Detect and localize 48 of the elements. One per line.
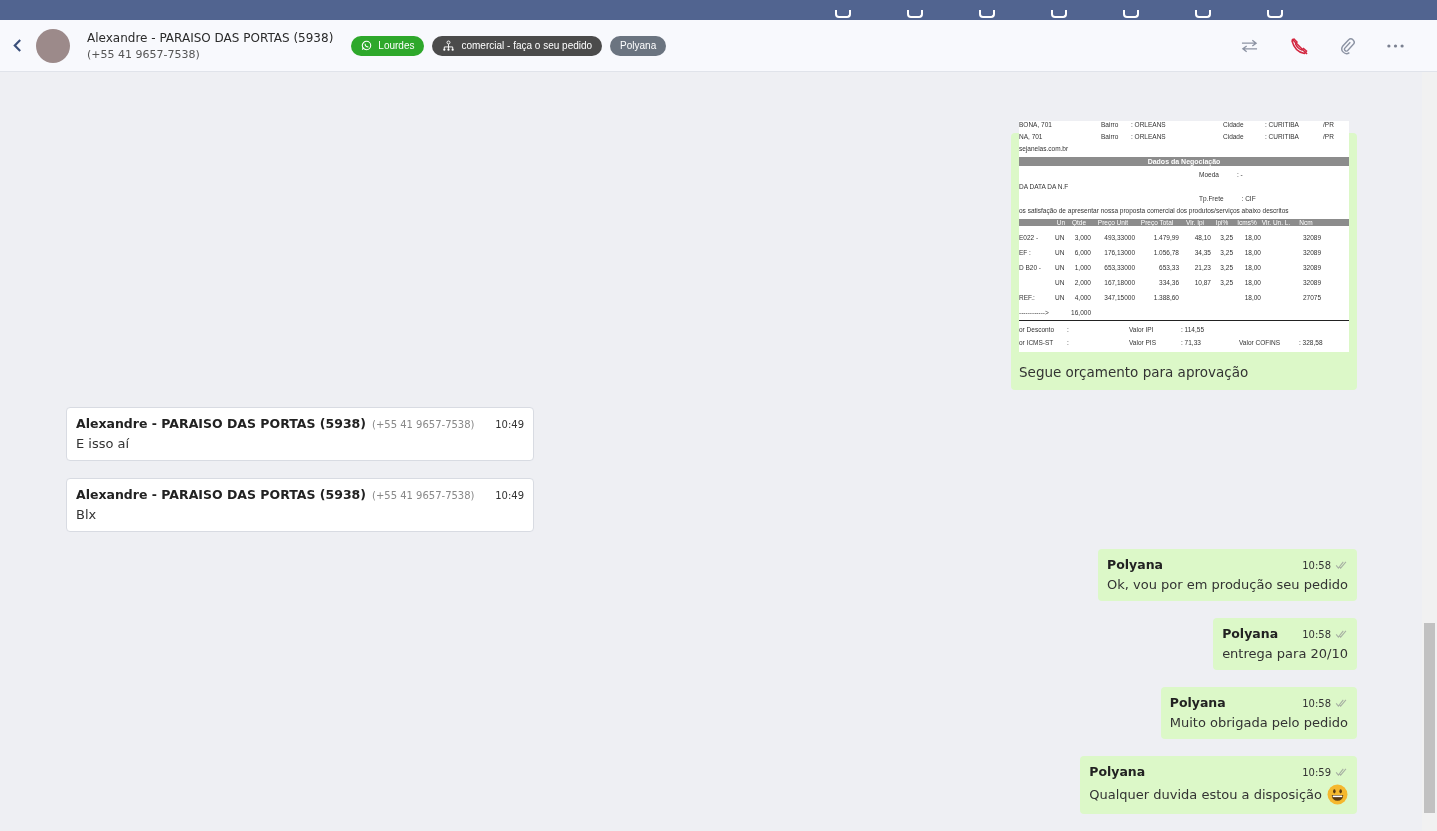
sender-name: Polyana	[1107, 557, 1163, 572]
paperclip-icon[interactable]	[1340, 36, 1355, 55]
toolbar-icon[interactable]	[907, 10, 923, 18]
message-text: entrega para 20/10	[1222, 646, 1348, 661]
sender-name: Polyana	[1089, 764, 1146, 779]
hierarchy-icon	[442, 39, 456, 52]
smiley-emoji-icon	[1327, 784, 1348, 805]
sender-name: Alexandre - PARAISO DAS PORTAS (5938)	[76, 416, 366, 431]
message-time: 10:58	[1301, 698, 1331, 709]
tag: Lourdes	[351, 35, 425, 56]
message-time: 10:58	[1301, 629, 1331, 640]
message-time: 10:49	[494, 490, 524, 501]
message-text: E isso aí	[76, 436, 130, 451]
toolbar-icon[interactable]	[1123, 10, 1139, 18]
message-time: 10:59	[1301, 767, 1331, 778]
more-icon[interactable]	[1387, 43, 1404, 48]
whatsapp-icon	[361, 40, 373, 51]
avatar	[36, 28, 70, 63]
back-icon[interactable]	[13, 39, 22, 52]
toolbar-icon[interactable]	[1195, 10, 1211, 18]
document-image[interactable]	[1019, 121, 1349, 352]
toolbar-icon[interactable]	[979, 10, 995, 18]
sender-phone: (+55 41 9657-7538)	[372, 419, 475, 430]
message-text: Blx	[76, 507, 97, 522]
scrollbar-thumb[interactable]	[1424, 623, 1435, 813]
double-check-icon	[1335, 630, 1348, 638]
toolbar-icon[interactable]	[1051, 10, 1067, 18]
contact-phone: (+55 41 9657-7538)	[87, 47, 201, 61]
message-text: Ok, vou por em produção seu pedido	[1107, 577, 1348, 592]
message-text: Muito obrigada pelo pedido	[1169, 715, 1348, 730]
toolbar-icon[interactable]	[1267, 10, 1283, 18]
tag: comercial - faça o seu pedido	[432, 35, 603, 56]
double-check-icon	[1335, 699, 1348, 707]
tag: Polyana	[610, 35, 667, 56]
toolbar-icon[interactable]	[835, 10, 851, 18]
message-time: 10:49	[494, 419, 524, 430]
contact-name: Alexandre - PARAISO DAS PORTAS (5938)	[87, 30, 334, 45]
message-text: Qualquer duvida estou a disposição	[1089, 787, 1322, 802]
swap-arrows-icon[interactable]	[1241, 38, 1258, 53]
phone-off-icon[interactable]	[1290, 36, 1308, 55]
sender-phone: (+55 41 9657-7538)	[372, 490, 475, 501]
sender-name: Alexandre - PARAISO DAS PORTAS (5938)	[76, 487, 366, 502]
double-check-icon	[1335, 561, 1348, 569]
message-time: 10:58	[1301, 560, 1331, 571]
double-check-icon	[1335, 768, 1348, 776]
message-text: Segue orçamento para aprovação	[1019, 364, 1250, 380]
sender-name: Polyana	[1222, 626, 1279, 641]
sender-name: Polyana	[1169, 695, 1226, 710]
